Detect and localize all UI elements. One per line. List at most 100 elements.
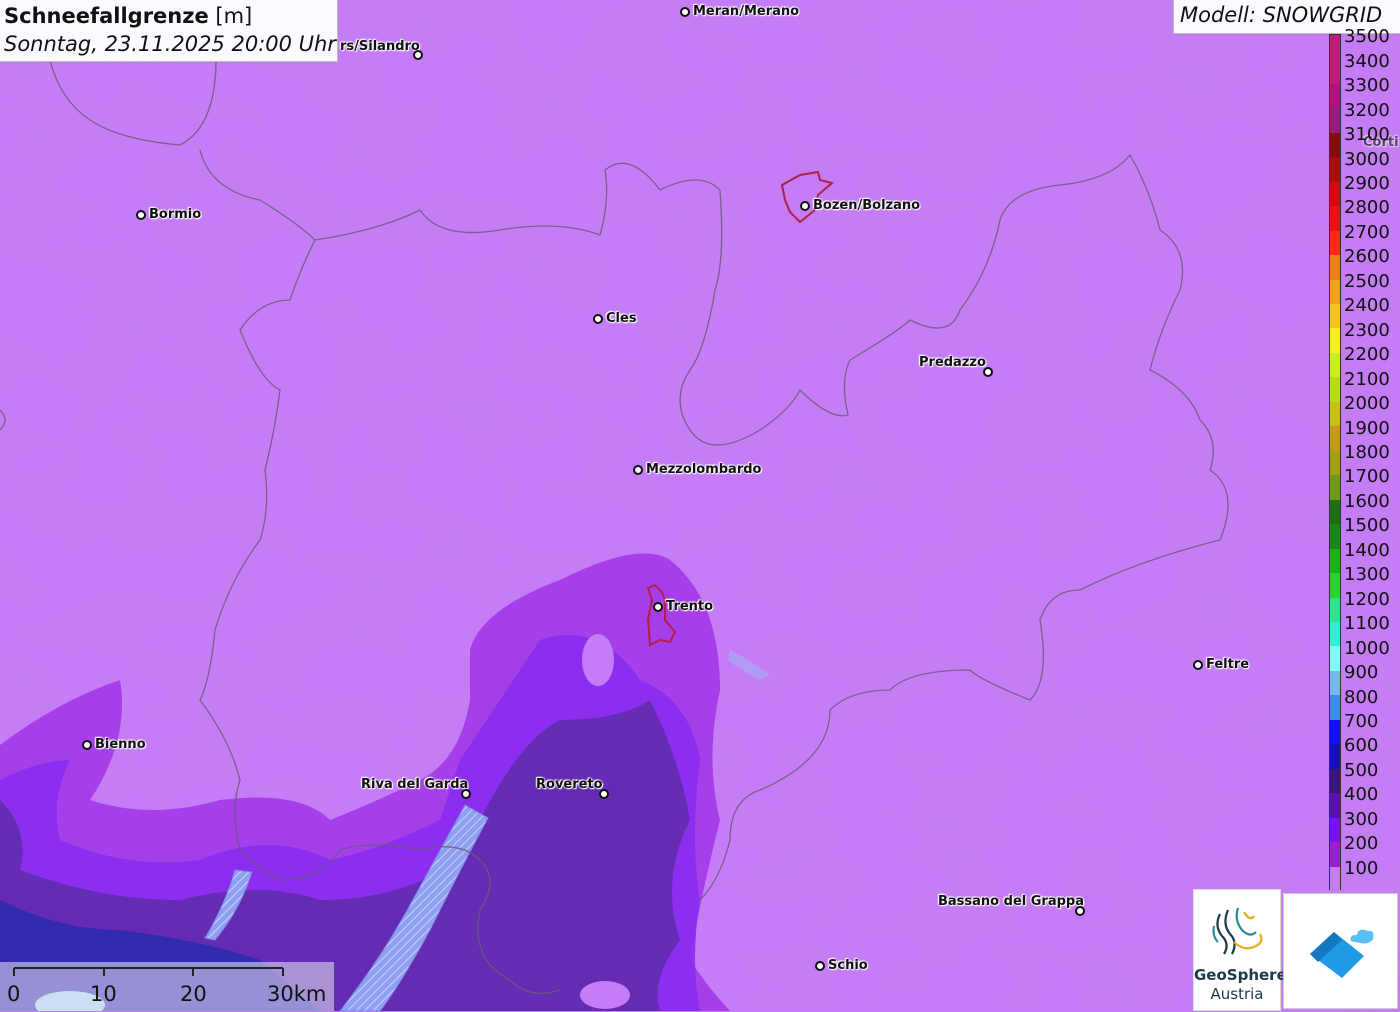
legend-swatch-100 [1330,866,1340,892]
legend-label-2800: 2800 [1344,197,1390,219]
location-dot-icon [653,602,663,612]
city-label-silandro[interactable]: rs/Silandro [340,40,420,54]
map-canvas[interactable] [0,0,1400,1011]
legend-swatch-1100 [1330,621,1340,647]
legend-swatch-2600 [1330,255,1340,281]
city-label-rovereto[interactable]: Rovereto [536,778,603,792]
legend-swatch-2500 [1330,279,1340,305]
legend-label-3100: 3100 [1344,124,1390,146]
location-dot-icon [1075,906,1085,916]
city-label-mezzolombardo[interactable]: Mezzolombardo [646,463,761,477]
legend-swatch-1900 [1330,426,1340,452]
legend-swatch-500 [1330,768,1340,794]
city-label-cles[interactable]: Cles [606,312,637,326]
legend-color-bar [1329,34,1341,892]
city-label-feltre[interactable]: Feltre [1206,658,1249,672]
legend-swatch-600 [1330,744,1340,770]
map-title-box: Schneefallgrenze [m] Sonntag, 23.11.2025… [0,0,338,62]
legend-swatch-2900 [1330,181,1340,207]
geosphere-emblem-icon [1212,907,1263,955]
location-dot-icon [461,789,471,799]
city-label-riva[interactable]: Riva del Garda [361,778,468,792]
scale-label-30km: 30km [267,982,327,1006]
legend-label-100: 100 [1344,857,1379,879]
snowline-island-south [580,981,630,1009]
geosphere-logo[interactable]: GeoSphere Austria [1193,889,1287,1011]
legend-swatch-200 [1330,842,1340,868]
legend-swatch-2300 [1330,328,1340,354]
city-label-meran[interactable]: Meran/Merano [693,5,799,19]
legend-swatch-2400 [1330,304,1340,329]
legend-label-2600: 2600 [1344,246,1390,268]
legend-label-1400: 1400 [1344,539,1390,561]
geosphere-logo-title: GeoSphere [1194,966,1287,984]
legend-swatch-3300 [1330,83,1340,109]
legend-swatch-700 [1330,719,1340,745]
legend-label-2100: 2100 [1344,368,1390,390]
city-label-trento[interactable]: Trento [666,600,713,614]
location-dot-icon [136,210,146,220]
location-dot-icon [800,201,810,211]
legend-label-2700: 2700 [1344,221,1390,243]
city-label-bormio[interactable]: Bormio [149,208,201,222]
location-dot-icon [413,50,423,60]
location-dot-icon [983,367,993,377]
legend-label-700: 700 [1344,711,1379,733]
legend-label-1800: 1800 [1344,442,1390,463]
legend-swatch-1700 [1330,475,1340,501]
city-label-schio[interactable]: Schio [828,959,868,973]
forecast-datetime: Sonntag, 23.11.2025 20:00 Uhr [4,32,337,56]
legend-label-3400: 3400 [1344,50,1390,72]
legend-swatch-2100 [1330,377,1340,403]
location-dot-icon [593,314,603,324]
app-logo[interactable] [1283,893,1398,1009]
legend-swatch-1000 [1330,646,1340,672]
city-label-bienno[interactable]: Bienno [95,738,146,752]
legend-swatch-800 [1330,695,1340,721]
legend-label-3200: 3200 [1344,99,1390,121]
legend-label-3300: 3300 [1344,75,1390,97]
legend-label-300: 300 [1344,808,1379,830]
legend-label-3500: 3500 [1344,26,1390,48]
legend-label-1600: 1600 [1344,490,1390,512]
legend-label-2900: 2900 [1344,172,1390,194]
scale-label-20: 20 [180,982,207,1006]
legend-swatch-1300 [1330,573,1340,598]
legend-label-400: 400 [1344,784,1379,806]
legend-swatch-3100 [1330,132,1340,158]
city-label-bassano[interactable]: Bassano del Grappa [938,895,1084,909]
city-label-predazzo[interactable]: Predazzo [919,356,986,370]
legend-label-1100: 1100 [1344,613,1390,635]
legend-label-800: 800 [1344,686,1379,708]
city-label-bolzano[interactable]: Bozen/Bolzano [813,199,920,213]
location-dot-icon [815,961,825,971]
location-dot-icon [599,789,609,799]
legend-label-1200: 1200 [1344,588,1390,610]
legend-swatch-1200 [1330,597,1340,623]
legend-swatch-2800 [1330,206,1340,232]
legend-label-1300: 1300 [1344,564,1390,586]
legend-label-1700: 1700 [1344,466,1390,488]
color-legend: 3500 3400 3300 3200 3100 3000 2900 2800 2700 2600… [1328,28,1400,892]
geosphere-logo-subtitle: Austria [1210,985,1264,1003]
legend-label-600: 600 [1344,735,1379,757]
cloud-arrow-icon [1310,927,1376,978]
location-dot-icon [82,740,92,750]
legend-label-1000: 1000 [1344,637,1390,659]
location-dot-icon [1193,660,1203,670]
location-dot-icon [633,465,643,475]
legend-label-2400: 2400 [1344,295,1390,317]
legend-swatch-1800 [1330,450,1340,476]
legend-swatch-1500 [1330,524,1340,550]
legend-swatch-3400 [1330,59,1340,85]
legend-label-500: 500 [1344,759,1379,781]
legend-swatch-3500 [1330,35,1340,60]
snowline-island [582,634,614,686]
scale-label-0: 0 [7,982,21,1006]
scale-label-10: 10 [90,982,117,1006]
map-title: Schneefallgrenze [m] [4,4,253,28]
legend-swatch-3200 [1330,108,1340,134]
legend-label-2000: 2000 [1344,393,1390,415]
legend-label-900: 900 [1344,662,1379,684]
legend-swatch-2000 [1330,401,1340,427]
